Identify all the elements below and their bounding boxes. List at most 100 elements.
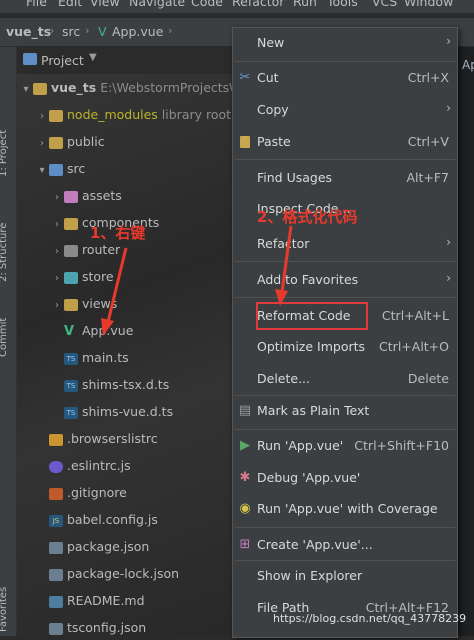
tool-tab-structure[interactable]: 2: Structure <box>0 223 9 282</box>
tree-item-readme[interactable]: README.md <box>49 589 145 613</box>
tool-tab-commit[interactable]: Commit <box>0 318 9 357</box>
tree-item-app-vue[interactable]: V App.vue <box>64 319 133 343</box>
tool-tab-project[interactable]: 1: Project <box>0 130 9 177</box>
js-file-icon: JS <box>49 514 63 527</box>
eslint-file-icon <box>49 460 63 473</box>
config-file-icon <box>49 433 63 446</box>
menu-item-run[interactable]: ▶ Run 'App.vue' Ctrl+Shift+F10 <box>233 432 457 460</box>
chevron-right-icon: › <box>446 235 451 249</box>
chevron-right-icon[interactable]: › <box>50 186 64 210</box>
ts-file-icon: TS <box>64 406 78 419</box>
menu-window[interactable]: Window <box>404 0 453 9</box>
folder-icon <box>49 109 63 122</box>
git-file-icon <box>49 487 63 500</box>
chevron-right-icon[interactable]: › <box>35 132 49 156</box>
chevron-right-icon[interactable]: › <box>50 267 64 291</box>
menu-item-find-usages[interactable]: Find Usages Alt+F7 <box>233 164 457 192</box>
tree-item-browserslistrc[interactable]: .browserslistrc <box>49 427 158 451</box>
tree-item-node-modules[interactable]: › node_modules library root <box>35 103 231 127</box>
menu-item-new[interactable]: New › <box>233 29 457 57</box>
chevron-right-icon: › <box>446 34 451 48</box>
menu-item-cut[interactable]: ✂ Cut Ctrl+X <box>233 64 457 92</box>
menu-item-add-to-favorites[interactable]: Add to Favorites › <box>233 266 457 294</box>
chevron-right-icon[interactable]: › <box>50 213 64 237</box>
chevron-right-icon: › <box>50 24 55 37</box>
folder-icon <box>49 136 63 149</box>
menu-separator <box>235 395 455 396</box>
chevron-right-icon[interactable]: › <box>50 240 64 264</box>
context-menu: New › ✂ Cut Ctrl+X Copy › Paste Ctrl+V F… <box>232 27 458 638</box>
project-panel-header: Project ▼ <box>17 49 237 73</box>
menu-item-run-coverage[interactable]: ◉ Run 'App.vue' with Coverage <box>233 495 457 523</box>
chevron-right-icon: › <box>85 24 90 37</box>
tree-item-eslintrc[interactable]: .eslintrc.js <box>49 454 131 478</box>
menu-separator <box>235 61 455 62</box>
menu-run[interactable]: Run <box>293 0 317 9</box>
main-menubar: File Edit View Navigate Code Refactor Ru… <box>0 0 474 13</box>
json-file-icon <box>49 622 63 635</box>
ts-file-icon: TS <box>64 379 78 392</box>
watermark-url: https://blog.csdn.net/qq_43778239 <box>273 612 467 625</box>
menu-item-optimize-imports[interactable]: Optimize Imports Ctrl+Alt+O <box>233 333 457 361</box>
folder-icon <box>64 190 78 203</box>
menu-item-refactor[interactable]: Refactor › <box>233 230 457 258</box>
menu-item-show-in-explorer[interactable]: Show in Explorer <box>233 562 457 590</box>
menu-view[interactable]: View <box>90 0 120 9</box>
folder-icon <box>49 163 63 176</box>
menu-separator <box>235 429 455 430</box>
menu-vcs[interactable]: VCS <box>372 0 397 9</box>
project-view-icon <box>23 53 37 65</box>
editor-tab[interactable]: Ap <box>462 58 474 72</box>
menu-separator <box>235 159 455 160</box>
clipboard-icon <box>237 134 253 150</box>
tree-item-package-json[interactable]: package.json <box>49 535 149 559</box>
folder-icon <box>64 217 78 230</box>
tree-item-main-ts[interactable]: TS main.ts <box>64 346 129 370</box>
breadcrumb-project[interactable]: vue_ts <box>6 24 51 39</box>
tree-item-src[interactable]: ▾ src <box>35 157 85 181</box>
tree-item-tsconfig[interactable]: tsconfig.json <box>49 616 146 640</box>
tree-item-package-lock[interactable]: package-lock.json <box>49 562 179 586</box>
tree-item-public[interactable]: › public <box>35 130 105 154</box>
reformat-code-highlight <box>256 302 368 330</box>
md-file-icon <box>49 595 63 608</box>
chevron-down-icon[interactable]: ▼ <box>89 52 97 63</box>
menu-refactor[interactable]: Refactor <box>232 0 284 9</box>
menu-item-copy[interactable]: Copy › <box>233 96 457 124</box>
breadcrumb-app-vue[interactable]: App.vue <box>112 24 163 39</box>
menu-item-create-config[interactable]: ⊞ Create 'App.vue'... <box>233 531 457 559</box>
folder-icon <box>64 298 78 311</box>
tree-item-views[interactable]: › views <box>50 292 117 316</box>
menu-item-mark-plain-text[interactable]: ▤ Mark as Plain Text <box>233 397 457 425</box>
chevron-down-icon[interactable]: ▾ <box>35 159 49 183</box>
tree-item-babel-config[interactable]: JS babel.config.js <box>49 508 158 532</box>
chevron-right-icon: › <box>446 271 451 285</box>
tree-item-store[interactable]: › store <box>50 265 114 289</box>
menu-navigate[interactable]: Navigate <box>129 0 185 9</box>
tree-item-shims-tsx[interactable]: TS shims-tsx.d.ts <box>64 373 169 397</box>
tree-item-shims-vue[interactable]: TS shims-vue.d.ts <box>64 400 173 424</box>
folder-icon <box>64 244 78 257</box>
chevron-right-icon[interactable]: › <box>35 105 49 129</box>
json-file-icon <box>49 568 63 581</box>
menu-separator <box>235 560 455 561</box>
tree-item-gitignore[interactable]: .gitignore <box>49 481 127 505</box>
chevron-right-icon[interactable]: › <box>50 294 64 318</box>
tree-item-assets[interactable]: › assets <box>50 184 122 208</box>
menu-item-paste[interactable]: Paste Ctrl+V <box>233 128 457 156</box>
menu-edit[interactable]: Edit <box>58 0 82 9</box>
menu-file[interactable]: File <box>26 0 47 9</box>
vue-file-icon: V <box>98 24 107 39</box>
menu-item-debug[interactable]: ✱ Debug 'App.vue' <box>233 464 457 492</box>
project-view-selector[interactable]: Project <box>41 53 84 68</box>
menu-separator <box>235 527 455 528</box>
ts-file-icon: TS <box>64 352 78 365</box>
menu-code[interactable]: Code <box>191 0 223 9</box>
menu-item-delete[interactable]: Delete... Delete <box>233 365 457 393</box>
menu-tools[interactable]: Tools <box>327 0 358 9</box>
folder-icon <box>64 271 78 284</box>
chevron-down-icon[interactable]: ▾ <box>19 78 33 102</box>
tree-item-vue-ts[interactable]: ▾ vue_ts E:\WebstormProjects\vue <box>19 76 256 100</box>
breadcrumb-src[interactable]: src <box>62 24 80 39</box>
tool-tab-favorites[interactable]: Favorites <box>0 587 9 632</box>
